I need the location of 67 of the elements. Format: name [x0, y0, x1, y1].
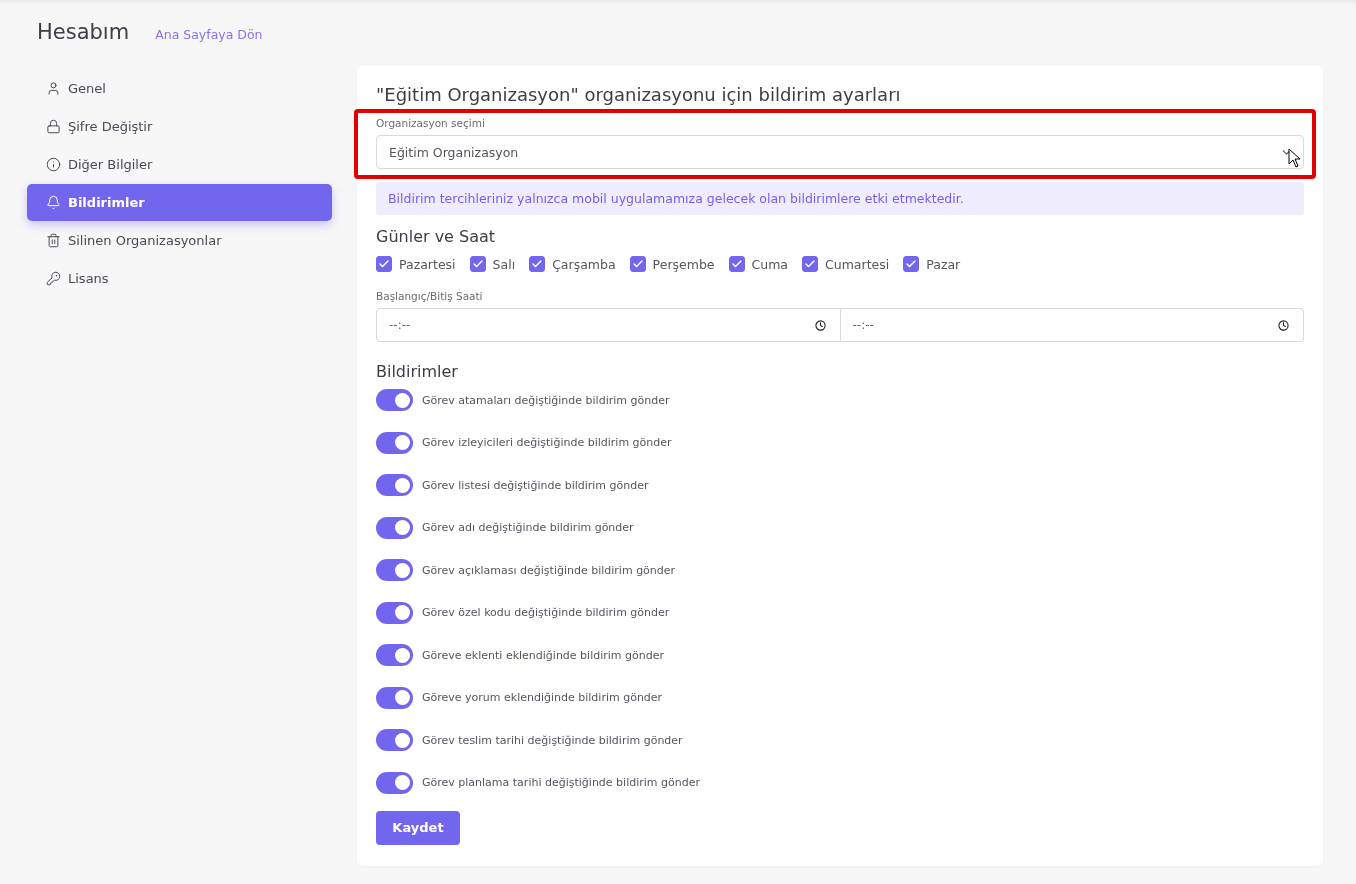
lock-icon [46, 119, 61, 134]
sidebar-item[interactable]: Lisans [27, 260, 332, 297]
toggle-switch[interactable] [376, 686, 413, 709]
toggle-label: Görev planlama tarihi değiştiğinde bildirim gönder [422, 776, 700, 789]
check-icon [905, 258, 918, 270]
toggle-switch[interactable] [376, 389, 413, 411]
check-icon [378, 258, 390, 270]
day-label: Çarşamba [552, 256, 616, 272]
toggle-switch[interactable] [376, 516, 413, 539]
day-checkbox[interactable] [728, 256, 745, 272]
toggle-label: Görev açıklaması değiştiğinde bildirim gönder [422, 563, 676, 577]
check-icon [531, 258, 544, 270]
day-checkbox[interactable] [903, 256, 920, 272]
day-label: Pazartesi [399, 256, 456, 272]
organization-select[interactable]: Eğitim Organizasyon [376, 135, 1304, 169]
toggle-label: Görev özel kodu değiştiğinde bildirim gönder [422, 606, 670, 619]
check-icon [631, 258, 644, 270]
check-icon [471, 258, 484, 270]
section-heading: Bildirimler [376, 362, 459, 381]
bell-icon [46, 195, 61, 210]
save-button[interactable]: Kaydet [376, 810, 460, 845]
day-label: Perşembe [652, 256, 715, 272]
time-field[interactable]: --:-- [840, 308, 1304, 342]
toggle-label: Görev listesi değiştiğinde bildirim gönder [422, 478, 649, 492]
user-icon [46, 81, 61, 96]
sidebar-item[interactable]: Şifre Değiştir [27, 108, 332, 145]
card-title: "Eğitim Organizasyon" organizasyonu için bildirim ayarları [376, 84, 902, 105]
toggle-switch[interactable] [376, 431, 413, 454]
info-icon [46, 157, 61, 172]
toggle-label: Görev izleyicileri değiştiğinde bildirim gönder [422, 436, 672, 449]
toggle-switch[interactable] [376, 729, 413, 751]
toggle-switch[interactable] [376, 644, 413, 666]
clock-icon [814, 319, 826, 331]
toggle-label: Göreve eklenti eklendiğinde bildirim gönder [422, 648, 664, 662]
toggle-label: Göreve yorum eklendiğinde bildirim gönder [422, 691, 663, 704]
sidebar-item[interactable]: Bildirimler [27, 184, 332, 221]
sidebar-item[interactable]: Silinen Organizasyonlar [27, 222, 332, 259]
day-checkbox[interactable] [529, 256, 546, 272]
cursor-icon [1288, 148, 1302, 168]
field-label: Başlangıç/Bitiş Saati [376, 290, 484, 302]
check-icon [730, 258, 743, 270]
day-checkbox[interactable] [376, 256, 392, 272]
page-title: Hesabım [37, 20, 130, 44]
day-label: Salı [492, 256, 516, 272]
toggle-switch[interactable] [376, 559, 413, 581]
clock-icon [1278, 319, 1289, 331]
key-icon [46, 271, 61, 286]
day-checkbox[interactable] [802, 256, 819, 272]
toggle-switch[interactable] [376, 601, 413, 624]
day-checkbox[interactable] [469, 256, 486, 272]
info-notice: Bildirim tercihleriniz yalnızca mobil uygulamamıza gelecek olan bildirimlere etki etmektedir. [376, 182, 1304, 215]
toggle-label: Görev teslim tarihi değiştiğinde bildirim gönder [422, 733, 683, 747]
toggle-label: Görev atamaları değiştiğinde bildirim gönder [422, 393, 670, 407]
day-label: Cumartesi [825, 256, 890, 272]
day-label: Cuma [751, 256, 789, 272]
sidebar-item[interactable]: Genel [27, 70, 332, 107]
sidebar-item[interactable]: Diğer Bilgiler [27, 146, 332, 183]
check-icon [804, 258, 817, 270]
field-label: Organizasyon seçimi [376, 117, 486, 129]
day-checkbox[interactable] [629, 256, 646, 272]
toggle-label: Görev adı değiştiğinde bildirim gönder [422, 521, 634, 534]
day-label: Pazar [926, 256, 961, 272]
trash-icon [46, 233, 61, 248]
section-heading: Günler ve Saat [376, 227, 497, 246]
toggle-switch[interactable] [376, 771, 413, 794]
time-field[interactable]: --:-- [376, 308, 841, 342]
toggle-switch[interactable] [376, 474, 413, 496]
